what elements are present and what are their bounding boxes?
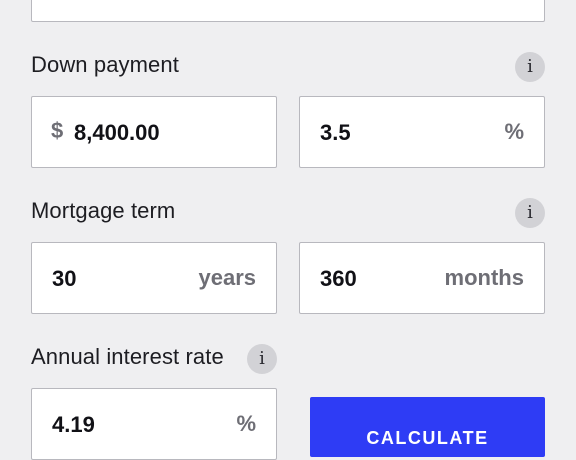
mortgage-term-months-field[interactable]: 360 months (299, 242, 545, 314)
down-payment-label: Down payment (31, 52, 179, 77)
previous-field[interactable] (31, 0, 545, 22)
down-payment-amount-value: 8,400.00 (74, 120, 160, 145)
percent-unit: % (504, 119, 524, 144)
years-unit: years (198, 265, 256, 290)
calculate-button[interactable]: CALCULATE (310, 397, 545, 457)
mortgage-term-info-icon[interactable]: i (515, 198, 545, 228)
down-payment-info-icon[interactable]: i (515, 52, 545, 82)
down-payment-percent-field[interactable]: 3.5 % (299, 96, 545, 168)
mortgage-term-years-field[interactable]: 30 years (31, 242, 277, 314)
interest-rate-info-icon[interactable]: i (247, 344, 277, 374)
mortgage-term-years-value: 30 (52, 266, 77, 291)
down-payment-percent-value: 3.5 (320, 120, 351, 145)
currency-symbol: $ (51, 118, 64, 143)
rate-percent-unit: % (236, 411, 256, 436)
interest-rate-label: Annual interest rate (31, 344, 224, 369)
interest-rate-field[interactable]: 4.19 % (31, 388, 277, 460)
months-unit: months (444, 265, 524, 290)
mortgage-term-months-value: 360 (320, 266, 357, 291)
down-payment-amount-field[interactable]: $ 8,400.00 (31, 96, 277, 168)
interest-rate-value: 4.19 (52, 412, 95, 437)
mortgage-term-label: Mortgage term (31, 198, 176, 223)
